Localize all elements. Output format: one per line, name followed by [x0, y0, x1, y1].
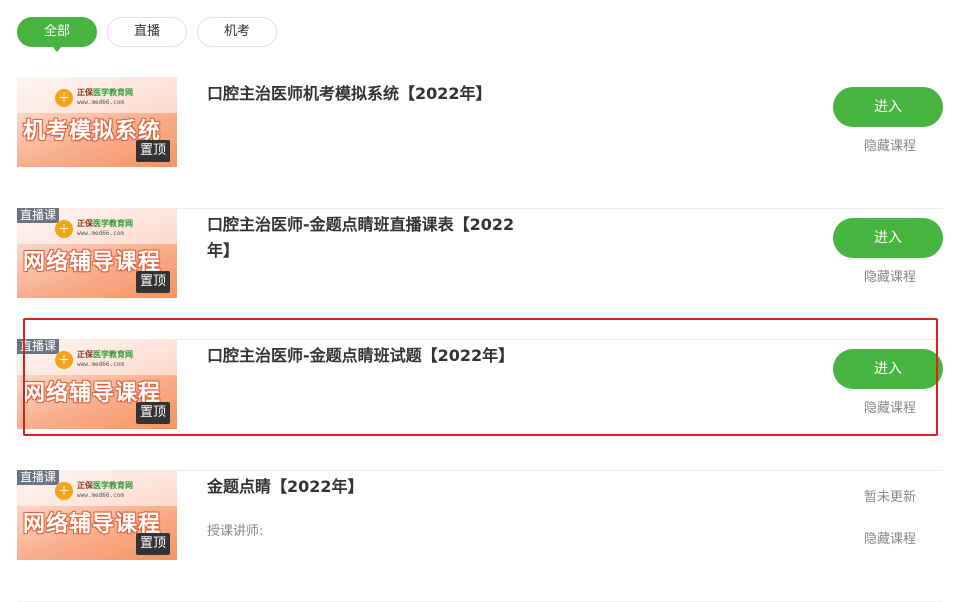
hide-course-link[interactable]: 隐藏课程 [864, 530, 916, 550]
course-title[interactable]: 金题点睛【2022年】 [207, 474, 532, 500]
course-row: ＋ 正保医学教育网 www.med66.com 机考模拟系统 置顶 口腔主治医师… [17, 77, 943, 209]
course-thumbnail[interactable]: ＋ 正保医学教育网 www.med66.com 机考模拟系统 置顶 [17, 77, 177, 167]
course-row: ＋ 正保医学教育网 www.med66.com 网络辅导课程 直播课 置顶 金题… [17, 470, 943, 602]
live-badge: 直播课 [17, 339, 60, 354]
pinned-badge: 置顶 [135, 533, 170, 555]
course-row: ＋ 正保医学教育网 www.med66.com 网络辅导课程 直播课 置顶 口腔… [17, 208, 943, 340]
pinned-badge: 置顶 [135, 271, 170, 293]
hide-course-link[interactable]: 隐藏课程 [864, 399, 916, 419]
pinned-badge: 置顶 [135, 140, 170, 162]
logo-icon: ＋ [55, 89, 73, 107]
hide-course-link[interactable]: 隐藏课程 [864, 268, 916, 288]
logo-url: www.med66.com [77, 492, 124, 499]
enter-button[interactable]: 进入 [833, 218, 943, 258]
live-badge: 直播课 [17, 470, 60, 485]
tab-all[interactable]: 全部 [17, 17, 97, 52]
course-title[interactable]: 口腔主治医师机考模拟系统【2022年】 [207, 81, 532, 107]
course-thumbnail[interactable]: ＋ 正保医学教育网 www.med66.com 网络辅导课程 直播课 置顶 [17, 470, 177, 560]
course-thumbnail[interactable]: ＋ 正保医学教育网 www.med66.com 网络辅导课程 直播课 置顶 [17, 339, 177, 429]
logo-icon: ＋ [55, 482, 73, 500]
logo-url: www.med66.com [77, 230, 124, 237]
tab-exam[interactable]: 机考 [197, 17, 277, 47]
course-thumbnail[interactable]: ＋ 正保医学教育网 www.med66.com 网络辅导课程 直播课 置顶 [17, 208, 177, 298]
logo-icon: ＋ [55, 351, 73, 369]
course-row: ＋ 正保医学教育网 www.med66.com 网络辅导课程 直播课 置顶 口腔… [17, 339, 943, 471]
status-not-updated: 暂未更新 [863, 490, 916, 505]
enter-button[interactable]: 进入 [833, 349, 943, 389]
teacher-label: 授课讲师: [207, 524, 264, 539]
logo-icon: ＋ [55, 220, 73, 238]
logo-url: www.med66.com [77, 361, 124, 368]
logo-url: www.med66.com [77, 99, 124, 106]
pinned-badge: 置顶 [135, 402, 170, 424]
tab-live[interactable]: 直播 [107, 17, 187, 47]
course-title[interactable]: 口腔主治医师-金题点睛班试题【2022年】 [207, 343, 532, 369]
logo-text: 正保医学教育网 [77, 481, 133, 490]
logo-text: 正保医学教育网 [77, 88, 133, 97]
logo-text: 正保医学教育网 [77, 219, 133, 228]
hide-course-link[interactable]: 隐藏课程 [864, 137, 916, 157]
logo-text: 正保医学教育网 [77, 350, 133, 359]
enter-button[interactable]: 进入 [833, 87, 943, 127]
live-badge: 直播课 [17, 208, 60, 223]
course-title[interactable]: 口腔主治医师-金题点睛班直播课表【2022年】 [207, 212, 532, 264]
